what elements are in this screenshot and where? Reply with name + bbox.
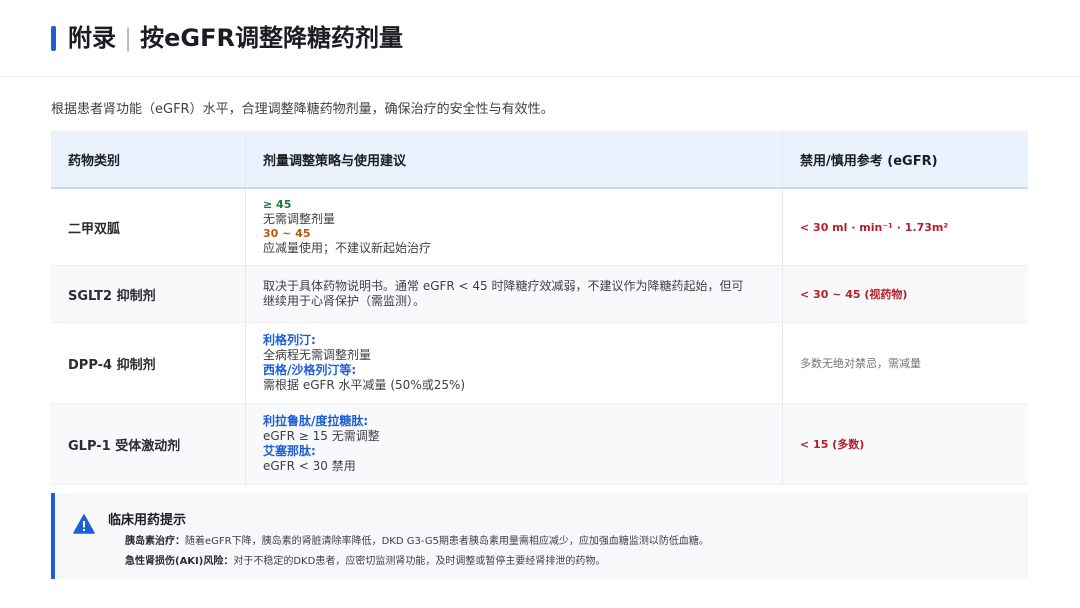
strategy-line: 无需调整剂量 bbox=[263, 212, 336, 226]
title-accent-bar bbox=[51, 26, 56, 51]
strategy-line: eGFR ≥ 15 无需调整 bbox=[263, 429, 380, 443]
strategy-line: 全病程无需调整剂量 bbox=[263, 348, 372, 362]
reference-cell: < 30 ml · min⁻¹ · 1.73m² bbox=[783, 189, 1028, 265]
clinical-note: 临床用药提示 胰岛素治疗：随着eGFR下降，胰岛素的肾脏清除率降低，DKD G3… bbox=[51, 493, 1028, 579]
drug-cell: SGLT2 抑制剂 bbox=[51, 266, 246, 322]
strategy-cell: 取决于具体药物说明书。通常 eGFR < 45 时降糖疗效减弱，不建议作为降糖药… bbox=[246, 266, 783, 322]
drug-name: GLP-1 受体激动剂 bbox=[68, 438, 181, 454]
drug-cell: 二甲双胍 bbox=[51, 189, 246, 265]
strategy-line: 取决于具体药物说明书。通常 eGFR < 45 时降糖疗效减弱，不建议作为降糖药… bbox=[263, 279, 744, 293]
strategy-cell: 利拉鲁肽/度拉糖肽: eGFR ≥ 15 无需调整 艾塞那肽: eGFR < 3… bbox=[246, 404, 783, 484]
drug-cell: DPP-4 抑制剂 bbox=[51, 323, 246, 403]
reference-value: < 30 ml · min⁻¹ · 1.73m² bbox=[800, 220, 949, 234]
drug-subgroup-label: 利拉鲁肽/度拉糖肽: bbox=[263, 414, 369, 428]
strategy-line: 需根据 eGFR 水平减量 (50%或25%) bbox=[263, 378, 466, 392]
table-row: SGLT2 抑制剂 取决于具体药物说明书。通常 eGFR < 45 时降糖疗效减… bbox=[51, 266, 1028, 323]
egfr-threshold-tag: 30 ~ 45 bbox=[263, 227, 311, 240]
column-header-drug: 药物类别 bbox=[51, 131, 246, 187]
drug-subgroup-label: 利格列汀: bbox=[263, 333, 316, 347]
strategy-line: 应减量使用；不建议新起始治疗 bbox=[263, 241, 432, 255]
table-row: GLP-1 受体激动剂 利拉鲁肽/度拉糖肽: eGFR ≥ 15 无需调整 艾塞… bbox=[51, 404, 1028, 485]
table-header-row: 药物类别 剂量调整策略与使用建议 禁用/慎用参考 (eGFR) bbox=[51, 131, 1028, 189]
note-title: 临床用药提示 bbox=[108, 513, 187, 528]
reference-cell: < 15 (多数) bbox=[783, 404, 1028, 484]
table-row: DPP-4 抑制剂 利格列汀: 全病程无需调整剂量 西格/沙格列汀等: 需根据 … bbox=[51, 323, 1028, 404]
column-header-reference: 禁用/慎用参考 (eGFR) bbox=[800, 153, 938, 169]
drug-name: SGLT2 抑制剂 bbox=[68, 288, 156, 304]
title-appendix: 附录 bbox=[68, 24, 116, 52]
note-item-text: 对于不稳定的DKD患者，应密切监测肾功能，及时调整或暂停主要经肾排泄的药物。 bbox=[233, 556, 606, 567]
note-item: 胰岛素治疗：随着eGFR下降，胰岛素的肾脏清除率降低，DKD G3-G5期患者胰… bbox=[125, 532, 709, 547]
reference-value: 多数无绝对禁忌，需减量 bbox=[800, 357, 921, 370]
drug-cell: GLP-1 受体激动剂 bbox=[51, 404, 246, 484]
title-separator: | bbox=[124, 24, 133, 52]
note-item-label: 胰岛素治疗： bbox=[125, 536, 185, 547]
drug-subgroup-label: 西格/沙格列汀等: bbox=[263, 363, 357, 377]
drug-subgroup-label: 艾塞那肽: bbox=[263, 444, 316, 458]
strategy-cell: 利格列汀: 全病程无需调整剂量 西格/沙格列汀等: 需根据 eGFR 水平减量 … bbox=[246, 323, 783, 403]
intro-text: 根据患者肾功能（eGFR）水平，合理调整降糖药物剂量，确保治疗的安全性与有效性。 bbox=[51, 102, 554, 117]
drug-name: DPP-4 抑制剂 bbox=[68, 357, 156, 373]
column-header-strategy: 剂量调整策略与使用建议 bbox=[246, 131, 783, 187]
reference-value: < 15 (多数) bbox=[800, 438, 865, 451]
reference-value: < 30 ~ 45 (视药物) bbox=[800, 288, 908, 301]
note-item: 急性肾损伤(AKI)风险：对于不稳定的DKD患者，应密切监测肾功能，及时调整或暂… bbox=[125, 552, 605, 567]
strategy-line: eGFR < 30 禁用 bbox=[263, 459, 356, 473]
page-header: 附录 | 按eGFR调整降糖药剂量 bbox=[0, 0, 1080, 77]
page-title: 附录 | 按eGFR调整降糖药剂量 bbox=[68, 20, 403, 56]
dose-table: 药物类别 剂量调整策略与使用建议 禁用/慎用参考 (eGFR) 二甲双胍 ≥ 4… bbox=[51, 131, 1028, 485]
drug-name: 二甲双胍 bbox=[68, 221, 121, 237]
table-row: 二甲双胍 ≥ 45 无需调整剂量 30 ~ 45 应减量使用；不建议新起始治疗 … bbox=[51, 189, 1028, 266]
note-item-label: 急性肾损伤(AKI)风险： bbox=[125, 556, 234, 567]
egfr-threshold-tag: ≥ 45 bbox=[263, 198, 292, 211]
strategy-line: 继续用于心肾保护（需监测）。 bbox=[263, 294, 426, 308]
reference-cell: 多数无绝对禁忌，需减量 bbox=[783, 323, 1028, 403]
title-main: 按eGFR调整降糖药剂量 bbox=[140, 24, 403, 52]
reference-cell: < 30 ~ 45 (视药物) bbox=[783, 266, 1028, 322]
strategy-cell: ≥ 45 无需调整剂量 30 ~ 45 应减量使用；不建议新起始治疗 bbox=[246, 189, 783, 265]
warning-icon bbox=[73, 514, 95, 534]
note-item-text: 随着eGFR下降，胰岛素的肾脏清除率降低，DKD G3-G5期患者胰岛素用量需相… bbox=[185, 536, 709, 547]
